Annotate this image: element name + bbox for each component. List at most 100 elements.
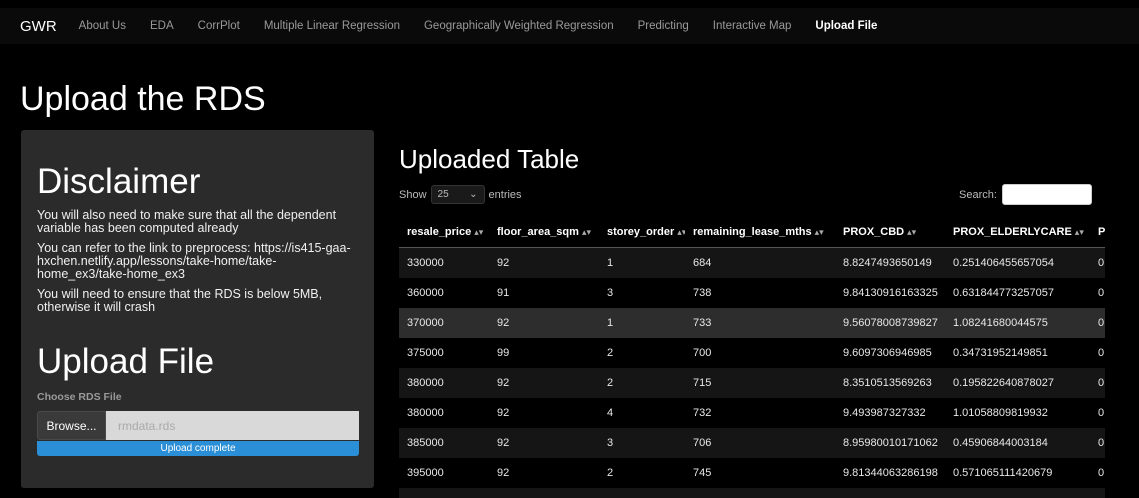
- sidebar-panel: Disclaimer You will also need to make su…: [21, 130, 374, 488]
- nav-eda[interactable]: EDA: [150, 20, 174, 32]
- table-cell: 2: [599, 458, 685, 488]
- nav-corrplot[interactable]: CorrPlot: [198, 20, 240, 32]
- table-cell: 0.298935: [1090, 398, 1105, 428]
- column-header-label: floor_area_sqm: [497, 226, 579, 238]
- table-cell: 1.01058809819932: [945, 398, 1090, 428]
- search-input[interactable]: [1001, 184, 1092, 205]
- entries-per-page-value: 25: [437, 189, 449, 200]
- note-size-limit: You will need to ensure that the RDS is …: [37, 287, 323, 314]
- table-cell: 0.436475: [1090, 338, 1105, 368]
- table-cell: 9.56078008739827: [835, 308, 945, 338]
- table-cell: 92: [489, 458, 599, 488]
- table-cell: 0.258295: [1090, 308, 1105, 338]
- table-row[interactable]: 39700092175110.00493730268410.4812649132…: [399, 488, 1105, 498]
- sort-icon: ▴▾: [814, 227, 824, 237]
- table-row[interactable]: 330000 92 1 684 8.8247493650149 0.25140645565…: [399, 247, 1105, 278]
- data-table-container[interactable]: resale_price ▴▾ floor_area_sqm ▴▾ storey_ord…: [399, 217, 1105, 498]
- table-cell: 715: [685, 368, 835, 398]
- nav-gwr[interactable]: Geographically Weighted Regression: [424, 20, 614, 32]
- column-header[interactable]: resale_price ▴▾: [399, 217, 489, 248]
- browse-button[interactable]: Browse...: [37, 411, 106, 440]
- table-cell: 380000: [399, 368, 489, 398]
- table-cell: 2: [599, 338, 685, 368]
- table-row[interactable]: 370000 92 1 733 9.56078008739827 1.0824168004…: [399, 308, 1105, 338]
- table-cell: 10.0049373026841: [835, 488, 945, 498]
- nav-about-us[interactable]: About Us: [79, 20, 126, 32]
- table-cell: 0.070090: [1090, 368, 1105, 398]
- table-body: 330000 92 1 684 8.8247493650149 0.25140645565…: [399, 247, 1105, 498]
- note-preprocess-link: You can refer to the link to preprocess:…: [37, 241, 351, 281]
- table-cell: 92: [489, 247, 599, 278]
- top-navbar: GWR About Us EDA CorrPlot Multiple Linea…: [0, 8, 1139, 44]
- table-cell: 9.6097306946985: [835, 338, 945, 368]
- column-header[interactable]: storey_order▴▾: [599, 217, 685, 248]
- show-label: Show: [399, 188, 427, 201]
- brand-logo[interactable]: GWR: [20, 18, 57, 35]
- column-header-label: PROX_CBD: [843, 226, 905, 238]
- column-header-label: PROX_ELDERLYCARE: [953, 226, 1072, 238]
- table-cell: 8.3510513569263: [835, 368, 945, 398]
- table-row[interactable]: 360000 91 3 738 9.84130916163325 0.6318447732…: [399, 278, 1105, 308]
- column-header[interactable]: floor_area_sqm ▴▾: [489, 217, 599, 248]
- file-input: Browse... rmdata.rds: [37, 411, 359, 440]
- table-cell: 0.481264913267935: [945, 488, 1090, 498]
- entries-per-page-select[interactable]: 25 ⌄: [430, 185, 485, 204]
- table-title: Uploaded Table: [399, 144, 580, 174]
- column-header[interactable]: PROX_ELDERLYCARE ▴▾: [945, 217, 1090, 248]
- table-cell: 0.251406455657054: [945, 247, 1090, 278]
- table-cell: 92: [489, 488, 599, 498]
- table-cell: 732: [685, 398, 835, 428]
- column-header-label: remaining_lease_mths: [693, 226, 812, 238]
- table-row[interactable]: 395000 92 2 745 9.81344063286198 0.5710651114…: [399, 458, 1105, 488]
- table-cell: 0.269725: [1090, 278, 1105, 308]
- column-header[interactable]: PROX_CBD ▴▾: [835, 217, 945, 248]
- table-row[interactable]: 380000 92 2 715 8.3510513569263 0.19582264087…: [399, 368, 1105, 398]
- file-name-field[interactable]: rmdata.rds: [106, 411, 359, 440]
- nav-multiple-linear-regression[interactable]: Multiple Linear Regression: [264, 20, 400, 32]
- file-input-label: Choose RDS File: [37, 391, 122, 403]
- table-cell: 751: [685, 488, 835, 498]
- table-cell: 700: [685, 338, 835, 368]
- table-cell: 0.313456: [1090, 488, 1105, 498]
- table-cell: 385000: [399, 428, 489, 458]
- column-header[interactable]: remaining_lease_mths ▴▾: [685, 217, 835, 248]
- sort-icon: ▴▾: [474, 227, 484, 237]
- sort-icon: ▴▾: [677, 227, 685, 237]
- table-cell: 380000: [399, 398, 489, 428]
- nav-predicting[interactable]: Predicting: [638, 20, 689, 32]
- table-cell: 9.84130916163325: [835, 278, 945, 308]
- table-cell: 330000: [399, 247, 489, 278]
- table-cell: 8.8247493650149: [835, 247, 945, 278]
- table-cell: 92: [489, 398, 599, 428]
- table-cell: 0.631844773257057: [945, 278, 1090, 308]
- column-header-label: resale_price: [407, 226, 472, 238]
- nav-interactive-map[interactable]: Interactive Map: [713, 20, 792, 32]
- table-cell: 0.571065111420679: [945, 458, 1090, 488]
- search-label: Search:: [959, 188, 997, 201]
- entries-label: entries: [488, 188, 522, 201]
- column-header[interactable]: PROX_H: [1090, 217, 1105, 248]
- table-cell: 92: [489, 368, 599, 398]
- sort-icon: ▴▾: [1074, 227, 1084, 237]
- table-row[interactable]: 375000 99 2 700 9.6097306946985 0.34731952149…: [399, 338, 1105, 368]
- table-row[interactable]: 385000 92 3 706 8.95980010171062 0.4590684400…: [399, 428, 1105, 458]
- table-cell: 2: [599, 368, 685, 398]
- table-cell: 370000: [399, 308, 489, 338]
- table-cell: 706: [685, 428, 835, 458]
- table-cell: 4: [599, 398, 685, 428]
- table-cell: 3: [599, 278, 685, 308]
- disclaimer-heading: Disclaimer: [37, 162, 201, 201]
- table-cell: 3: [599, 428, 685, 458]
- table-cell: 0.34731952149851: [945, 338, 1090, 368]
- table-row[interactable]: 380000 92 4 732 9.493987327332 1.010588098199…: [399, 398, 1105, 428]
- upload-file-heading: Upload File: [37, 342, 215, 381]
- table-cell: 92: [489, 308, 599, 338]
- nav-upload-file[interactable]: Upload File: [815, 20, 877, 32]
- table-cell: 91: [489, 278, 599, 308]
- disclaimer-notes: You will also need to make sure that all…: [37, 209, 362, 321]
- table-cell: 8.95980010171062: [835, 428, 945, 458]
- table-cell: 1: [599, 247, 685, 278]
- table-cell: 1: [599, 308, 685, 338]
- data-table: resale_price ▴▾ floor_area_sqm ▴▾ storey_ord…: [399, 217, 1105, 498]
- table-search: Search:: [959, 184, 1092, 205]
